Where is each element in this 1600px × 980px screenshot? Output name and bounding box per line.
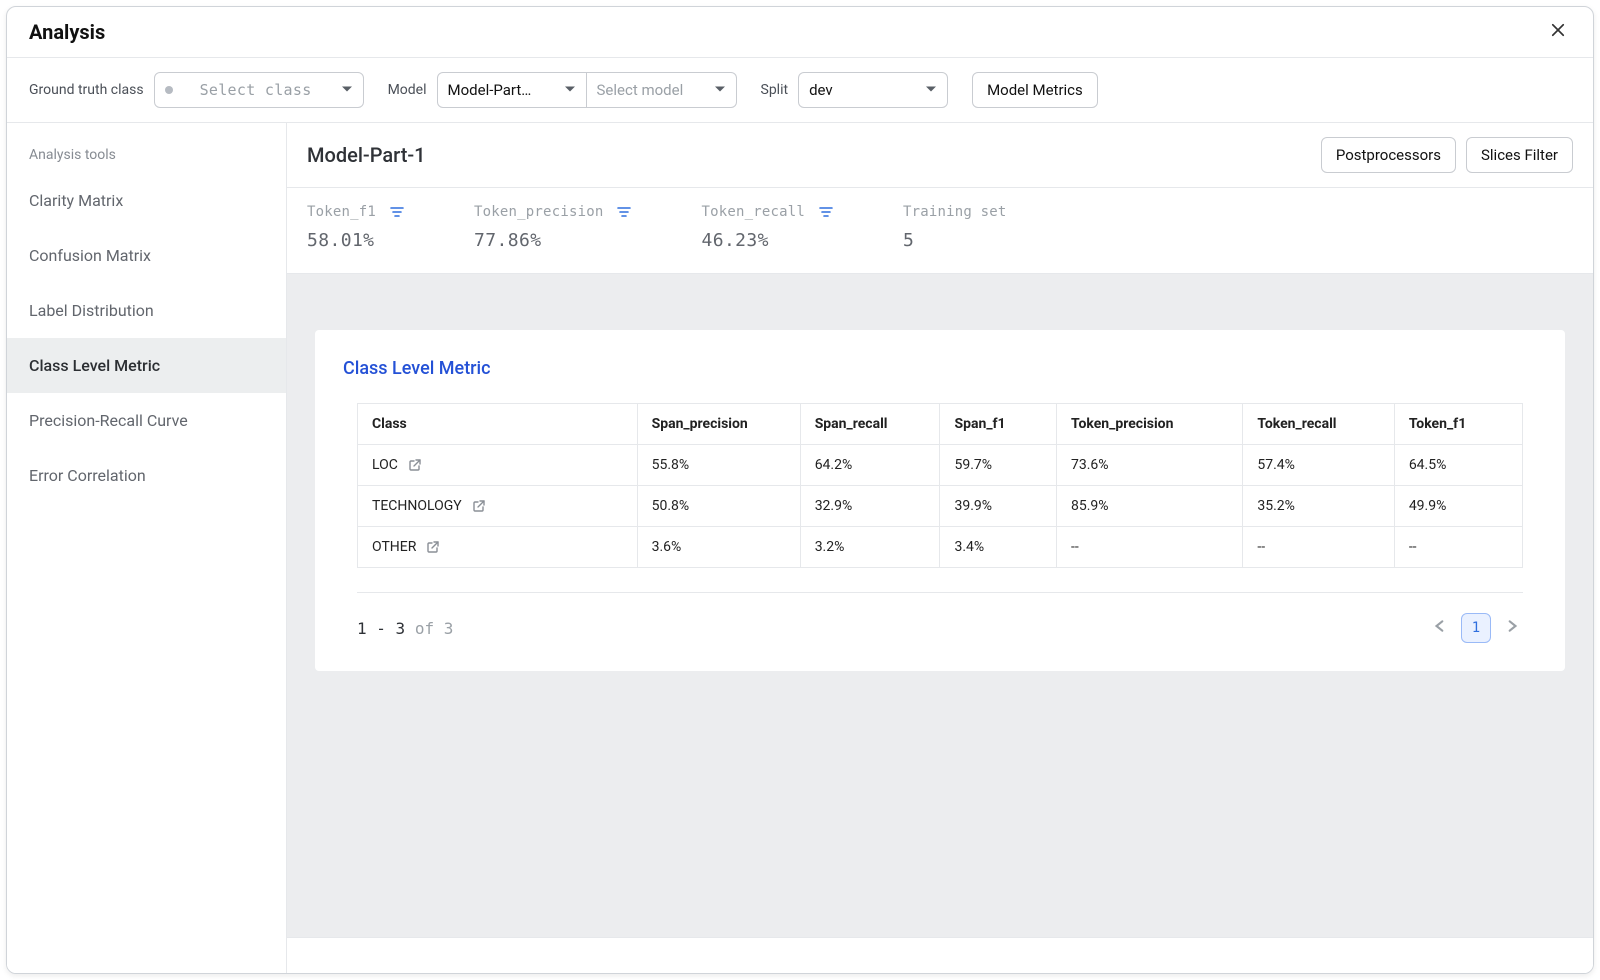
dialog-title: Analysis (29, 20, 105, 44)
pagination-next-button[interactable] (1501, 617, 1523, 639)
external-link-icon[interactable] (472, 499, 486, 513)
cell: 35.2% (1243, 486, 1394, 527)
metric-label: Token_recall (701, 204, 805, 220)
column-header[interactable]: Token_f1 (1394, 404, 1522, 445)
sidebar-item[interactable]: Precision-Recall Curve (7, 393, 286, 448)
pagination-range: 1 - 3 of 3 (357, 619, 453, 638)
close-button[interactable] (1545, 19, 1571, 45)
model-select-b[interactable]: Select model (587, 72, 737, 108)
cell: 59.7% (940, 445, 1057, 486)
cell: 64.2% (800, 445, 940, 486)
main-title: Model-Part-1 (307, 143, 426, 167)
metric: Token_recall 46.23% (701, 204, 833, 251)
class-name: LOC (372, 457, 398, 473)
postprocessors-button[interactable]: Postprocessors (1321, 137, 1456, 173)
cell: 73.6% (1056, 445, 1242, 486)
sort-icon[interactable] (617, 205, 631, 219)
class-name: OTHER (372, 539, 416, 555)
sidebar-item[interactable]: Error Correlation (7, 448, 286, 503)
caret-down-icon (925, 81, 937, 99)
table-row: LOC 55.8%64.2%59.7%73.6%57.4%64.5% (358, 445, 1523, 486)
table-row: TECHNOLOGY 50.8%32.9%39.9%85.9%35.2%49.9% (358, 486, 1523, 527)
metric: Token_f1 58.01% (307, 204, 404, 251)
sidebar: Analysis tools Clarity MatrixConfusion M… (7, 123, 287, 973)
footer-strip (287, 937, 1593, 973)
metric-value: 58.01% (307, 230, 404, 251)
column-header[interactable]: Token_recall (1243, 404, 1394, 445)
caret-down-icon (714, 81, 726, 99)
model-select-a[interactable]: Model-Part… (437, 72, 587, 108)
class-name: TECHNOLOGY (372, 498, 462, 514)
column-header[interactable]: Span_recall (800, 404, 940, 445)
metric-label: Token_f1 (307, 204, 376, 220)
metric-value: 77.86% (474, 230, 631, 251)
sort-icon[interactable] (819, 205, 833, 219)
column-header[interactable]: Span_f1 (940, 404, 1057, 445)
split-label: Split (761, 82, 789, 98)
sort-icon[interactable] (390, 205, 404, 219)
cell: 3.4% (940, 527, 1057, 568)
metric-label: Token_precision (474, 204, 603, 220)
split-select[interactable]: dev (798, 72, 948, 108)
dot-icon (165, 86, 173, 94)
chevron-left-icon (1433, 619, 1447, 637)
cell: 50.8% (637, 486, 800, 527)
cell: 3.6% (637, 527, 800, 568)
split-value: dev (809, 81, 833, 99)
external-link-icon[interactable] (426, 540, 440, 554)
metric-value: 46.23% (701, 230, 833, 251)
cell: 39.9% (940, 486, 1057, 527)
sidebar-item[interactable]: Class Level Metric (7, 338, 286, 393)
close-icon (1549, 21, 1567, 43)
caret-down-icon (341, 81, 353, 99)
ground-truth-class-select[interactable]: Select class (154, 72, 364, 108)
cell: -- (1394, 527, 1522, 568)
sidebar-item[interactable]: Confusion Matrix (7, 228, 286, 283)
class-level-metric-table: ClassSpan_precisionSpan_recallSpan_f1Tok… (357, 403, 1523, 568)
sidebar-header: Analysis tools (7, 123, 286, 173)
cell: 3.2% (800, 527, 940, 568)
metric: Training set 5 (903, 204, 1007, 251)
cell: 64.5% (1394, 445, 1522, 486)
external-link-icon[interactable] (408, 458, 422, 472)
card-title[interactable]: Class Level Metric (343, 358, 1537, 379)
metric-value: 5 (903, 230, 1007, 251)
caret-down-icon (564, 81, 576, 99)
model-value: Model-Part… (448, 81, 532, 99)
select-placeholder: Select class (200, 81, 312, 99)
pagination-prev-button[interactable] (1429, 617, 1451, 639)
cell: 55.8% (637, 445, 800, 486)
cell: 32.9% (800, 486, 940, 527)
column-header[interactable]: Class (358, 404, 638, 445)
model-label: Model (388, 82, 427, 98)
column-header[interactable]: Token_precision (1056, 404, 1242, 445)
model-metrics-button[interactable]: Model Metrics (972, 72, 1098, 108)
chevron-right-icon (1505, 619, 1519, 637)
metric: Token_precision 77.86% (474, 204, 631, 251)
sidebar-item[interactable]: Clarity Matrix (7, 173, 286, 228)
cell: -- (1243, 527, 1394, 568)
sidebar-item[interactable]: Label Distribution (7, 283, 286, 338)
pagination-page-current[interactable]: 1 (1461, 613, 1491, 643)
cell: 57.4% (1243, 445, 1394, 486)
slices-filter-button[interactable]: Slices Filter (1466, 137, 1573, 173)
model-placeholder: Select model (597, 81, 684, 99)
cell: 49.9% (1394, 486, 1522, 527)
metric-label: Training set (903, 204, 1007, 220)
column-header[interactable]: Span_precision (637, 404, 800, 445)
cell: -- (1056, 527, 1242, 568)
ground-truth-class-label: Ground truth class (29, 82, 144, 98)
class-level-metric-card: Class Level Metric ClassSpan_precisionSp… (315, 330, 1565, 671)
table-row: OTHER3.6%3.2%3.4%------ (358, 527, 1523, 568)
cell: 85.9% (1056, 486, 1242, 527)
